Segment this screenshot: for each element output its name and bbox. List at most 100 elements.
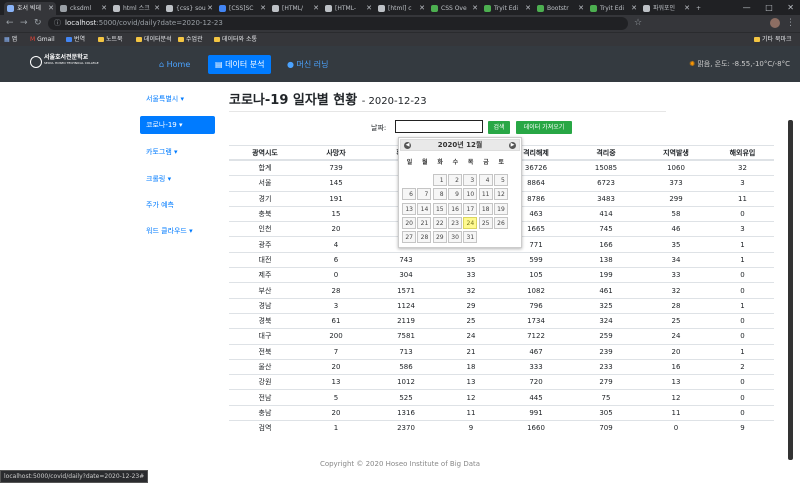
calendar-day[interactable]: 1: [432, 174, 447, 186]
info-icon[interactable]: ⓘ: [54, 19, 61, 27]
nav-home[interactable]: ⌂ Home: [152, 55, 197, 74]
close-tab-icon[interactable]: ✕: [101, 2, 107, 15]
table-cell: 467: [501, 343, 571, 360]
browser-tab[interactable]: 호서 빅데 ✕: [4, 2, 56, 15]
column-header[interactable]: 사망자: [301, 145, 371, 161]
calendar-day[interactable]: 21: [417, 216, 432, 229]
browser-tab[interactable]: {css} sou ✕: [163, 2, 215, 15]
close-window-icon[interactable]: ✕: [787, 3, 794, 12]
browser-tab[interactable]: Tryit Edi ✕: [481, 2, 533, 15]
sidebar-item-cartogram[interactable]: 카토그램 ▾: [140, 143, 215, 161]
maximize-icon[interactable]: □: [765, 3, 773, 12]
close-tab-icon[interactable]: ✕: [472, 2, 478, 15]
calendar-day[interactable]: 26: [493, 216, 508, 229]
fetch-data-button[interactable]: 데이터 가져오기: [516, 121, 572, 134]
calendar-day[interactable]: 8: [432, 188, 447, 201]
calendar-day[interactable]: 7: [417, 188, 432, 201]
date-input[interactable]: [395, 120, 483, 133]
back-icon[interactable]: ←: [6, 16, 14, 31]
next-month-icon[interactable]: ▶: [509, 142, 516, 149]
new-tab-icon[interactable]: +: [693, 2, 707, 15]
browser-tab[interactable]: [CSS]SC ✕: [216, 2, 268, 15]
column-header[interactable]: 해외유입: [711, 145, 774, 161]
close-tab-icon[interactable]: ✕: [525, 2, 531, 15]
bookmark-folder-2[interactable]: 데이터분석: [136, 33, 172, 46]
nav-machine-learning[interactable]: ● 머신 러닝: [280, 55, 336, 74]
calendar-day[interactable]: 10: [463, 188, 478, 201]
minimize-icon[interactable]: —: [743, 3, 751, 12]
browser-tab[interactable]: [HTML/ ✕: [269, 2, 321, 15]
calendar-day[interactable]: 25: [478, 216, 493, 229]
scrollbar[interactable]: [788, 120, 793, 460]
calendar-day[interactable]: 31: [463, 231, 478, 244]
calendar-day[interactable]: 2: [447, 174, 462, 186]
calendar-day[interactable]: 13: [402, 202, 416, 215]
calendar-day[interactable]: 22: [432, 216, 447, 229]
college-logo[interactable]: 서울호서전문학교 SEOUL HOSEO TECHNICAL COLLEGE: [30, 54, 99, 68]
sidebar-item-covid[interactable]: 코로나-19 ▾: [140, 116, 215, 134]
close-tab-icon[interactable]: ✕: [419, 2, 425, 15]
bookmark-translate[interactable]: 번역: [66, 33, 85, 46]
search-button[interactable]: 검색: [488, 121, 510, 134]
calendar-day[interactable]: 14: [417, 202, 432, 215]
column-header[interactable]: 격리중: [571, 145, 641, 161]
close-tab-icon[interactable]: ✕: [366, 2, 372, 15]
calendar-day[interactable]: 9: [447, 188, 462, 201]
calendar-day[interactable]: 23: [447, 216, 462, 229]
browser-tab[interactable]: html 스크 ✕: [110, 2, 162, 15]
close-tab-icon[interactable]: ✕: [313, 2, 319, 15]
browser-tab[interactable]: Tryit Edi ✕: [587, 2, 639, 15]
sidebar-item-seoul[interactable]: 서울특별시 ▾: [140, 90, 215, 108]
avatar[interactable]: [770, 18, 780, 28]
prev-month-icon[interactable]: ◀: [404, 142, 411, 149]
browser-tab[interactable]: 파워포인 ✕: [640, 2, 692, 15]
close-tab-icon[interactable]: ✕: [207, 2, 213, 15]
close-tab-icon[interactable]: ✕: [48, 2, 54, 15]
calendar-day[interactable]: 28: [417, 231, 432, 244]
address-bar[interactable]: ⓘ localhost:5000/covid/daily?date=2020-12…: [48, 17, 628, 30]
calendar-day[interactable]: 30: [447, 231, 462, 244]
star-icon[interactable]: ☆: [634, 16, 642, 31]
calendar-day[interactable]: 16: [447, 202, 462, 215]
close-tab-icon[interactable]: ✕: [631, 2, 637, 15]
calendar-day[interactable]: 29: [432, 231, 447, 244]
close-tab-icon[interactable]: ✕: [260, 2, 266, 15]
sidebar-item-stock[interactable]: 주가 예측: [140, 196, 215, 214]
close-tab-icon[interactable]: ✕: [684, 2, 690, 15]
calendar-day[interactable]: 18: [478, 202, 493, 215]
browser-tab[interactable]: cksdml ✕: [57, 2, 109, 15]
calendar-day[interactable]: 6: [402, 188, 416, 201]
bookmark-apps[interactable]: ▦ 앱: [4, 33, 17, 46]
bookmark-other[interactable]: 기타 북마크: [754, 33, 792, 46]
browser-tab[interactable]: [HTML- ✕: [322, 2, 374, 15]
calendar-day[interactable]: 19: [493, 202, 508, 215]
bookmark-folder-4[interactable]: 데이터와 소통: [214, 33, 257, 46]
bookmark-folder-1[interactable]: 노트북: [98, 33, 123, 46]
reload-icon[interactable]: ↻: [34, 16, 42, 31]
calendar-day[interactable]: 3: [463, 174, 478, 186]
browser-tab[interactable]: [html] c ✕: [375, 2, 427, 15]
nav-data-analysis[interactable]: ▤ 데이터 분석: [208, 55, 272, 74]
calendar-day[interactable]: 17: [463, 202, 478, 215]
forward-icon[interactable]: →: [20, 16, 28, 31]
calendar-day[interactable]: 24: [463, 216, 478, 229]
close-tab-icon[interactable]: ✕: [578, 2, 584, 15]
calendar-day[interactable]: 27: [402, 231, 416, 244]
column-header[interactable]: 광역시도: [229, 145, 301, 161]
menu-icon[interactable]: ⋮: [786, 16, 795, 31]
close-tab-icon[interactable]: ✕: [154, 2, 160, 15]
browser-tab[interactable]: Bootstr ✕: [534, 2, 586, 15]
window-controls[interactable]: — □ ✕: [743, 0, 800, 15]
sidebar-item-wordcloud[interactable]: 워드 클라우드 ▾: [140, 222, 215, 240]
browser-tab[interactable]: CSS Ove ✕: [428, 2, 480, 15]
calendar-day[interactable]: 12: [493, 188, 508, 201]
calendar-day[interactable]: 4: [478, 174, 493, 186]
column-header[interactable]: 지역발생: [641, 145, 711, 161]
calendar-day[interactable]: 15: [432, 202, 447, 215]
calendar-day[interactable]: 11: [478, 188, 493, 201]
sidebar-item-crawling[interactable]: 크롤링 ▾: [140, 170, 215, 188]
calendar-day[interactable]: 5: [493, 174, 508, 186]
calendar-day[interactable]: 20: [402, 216, 416, 229]
bookmark-folder-3[interactable]: 수업관: [178, 33, 203, 46]
bookmark-gmail[interactable]: M Gmail: [30, 33, 55, 46]
